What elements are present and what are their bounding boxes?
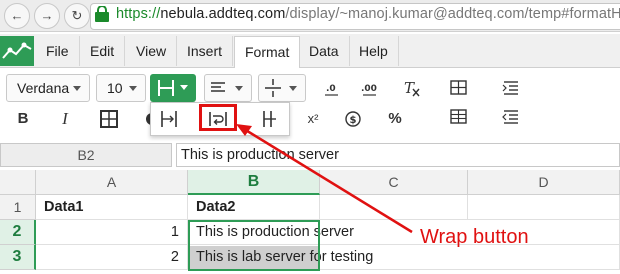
annotation-label: Wrap button xyxy=(420,226,529,248)
